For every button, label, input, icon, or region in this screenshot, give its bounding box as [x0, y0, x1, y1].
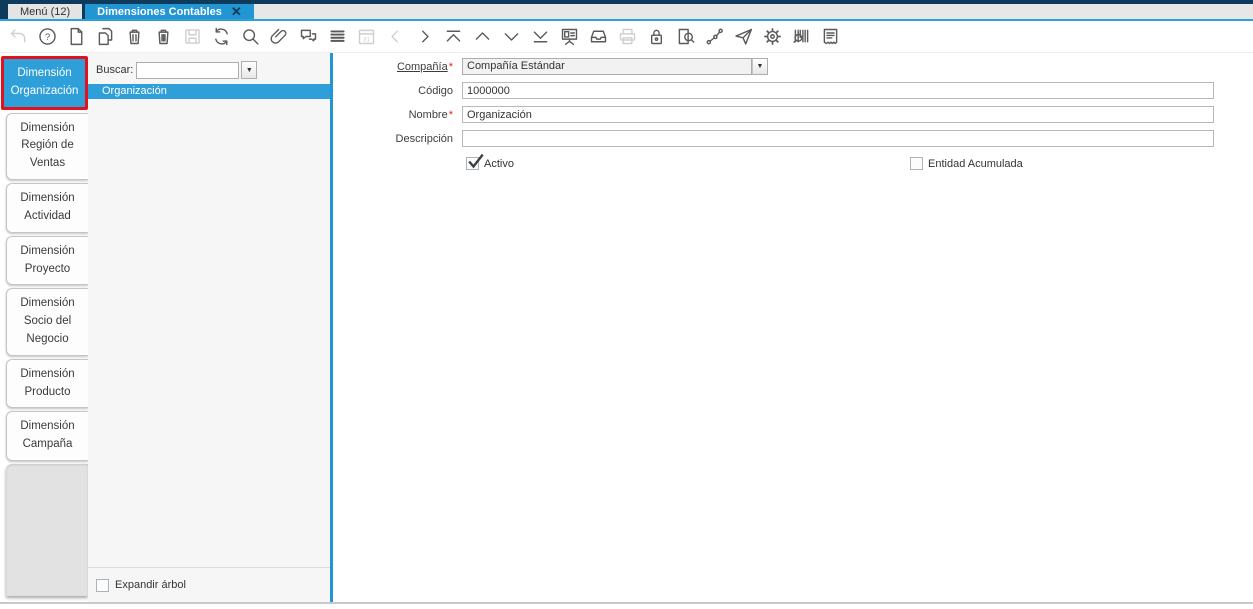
sidebar-tab-1[interactable]: Dimensión Organización: [1, 56, 88, 110]
print-preview-icon[interactable]: [820, 26, 841, 47]
entidad-acumulada-checkbox[interactable]: [910, 157, 923, 170]
first-record-icon[interactable]: [443, 26, 464, 47]
help-icon[interactable]: ?: [37, 26, 58, 47]
compania-value: Compañía Estándar: [462, 58, 752, 75]
new-record-icon[interactable]: [66, 26, 87, 47]
report-icon[interactable]: [559, 26, 580, 47]
detail-record-icon[interactable]: [414, 26, 435, 47]
search-input[interactable]: [136, 61, 240, 79]
compania-label[interactable]: Compañía*: [333, 61, 458, 73]
required-marker: *: [448, 108, 453, 121]
activo-field: Activo: [466, 153, 514, 170]
search-row: Buscar: ▼: [88, 53, 330, 84]
window-tabbar: Menú (12) Dimensiones Contables ✕: [0, 0, 1253, 21]
svg-text:31: 31: [363, 36, 370, 43]
entidad-acumulada-field: Entidad Acumulada: [910, 157, 1023, 170]
tree-panel: Buscar: ▼ Organización Expandir árbol: [88, 53, 330, 602]
svg-text:?: ?: [45, 32, 50, 43]
save-icon: [182, 26, 203, 47]
form-row-codigo: Código: [333, 82, 1253, 99]
grid-toggle-icon[interactable]: [327, 26, 348, 47]
last-record-icon[interactable]: [530, 26, 551, 47]
close-tab-icon[interactable]: ✕: [231, 5, 242, 18]
descripcion-input[interactable]: [462, 130, 1214, 147]
sidebar-tab-5[interactable]: Dimensión Socio del Negocio: [6, 288, 88, 356]
sidebar-tab-7[interactable]: Dimensión Campaña: [6, 411, 88, 461]
expand-tree-label: Expandir árbol: [115, 579, 186, 591]
next-record-icon[interactable]: [501, 26, 522, 47]
sidebar-tab-2[interactable]: Dimensión Región de Ventas: [6, 112, 88, 181]
undo-icon: [8, 26, 29, 47]
previous-record-icon[interactable]: [472, 26, 493, 47]
form-checkbox-row: Activo Entidad Acumulada: [333, 153, 1253, 173]
tree-node-1[interactable]: Organización: [88, 84, 330, 99]
activo-label: Activo: [484, 157, 514, 170]
copy-record-icon[interactable]: [95, 26, 116, 47]
expand-tree-row: Expandir árbol: [88, 567, 330, 602]
nombre-input[interactable]: [462, 106, 1214, 123]
send-icon[interactable]: [733, 26, 754, 47]
codigo-input[interactable]: [462, 82, 1214, 99]
form-row-compania: Compañía* Compañía Estándar ▼: [333, 58, 1253, 75]
archive-icon[interactable]: [588, 26, 609, 47]
nombre-label: Nombre*: [408, 108, 453, 121]
chevron-down-icon: ▼: [756, 63, 764, 70]
preference-icon[interactable]: [762, 26, 783, 47]
content-area: Dimensión Organización Dimensión Región d…: [0, 53, 1253, 604]
calendar-icon: 31: [356, 26, 377, 47]
chevron-down-icon: ▼: [245, 66, 253, 74]
delete-icon[interactable]: [124, 26, 145, 47]
refresh-icon[interactable]: [211, 26, 232, 47]
tab-dimensiones-contables[interactable]: Dimensiones Contables ✕: [85, 4, 254, 19]
expand-tree-checkbox[interactable]: [96, 578, 109, 592]
search-label: Buscar:: [96, 64, 134, 76]
activo-checkbox[interactable]: [466, 153, 484, 170]
org-tree: Organización: [88, 84, 330, 99]
compania-select[interactable]: Compañía Estándar ▼: [462, 58, 768, 75]
codigo-label: Código: [418, 84, 453, 97]
window-tabs: Menú (12) Dimensiones Contables ✕: [0, 4, 254, 19]
sidebar-tab-6[interactable]: Dimensión Producto: [6, 358, 88, 409]
toolbar: ? 31: [0, 21, 1253, 53]
form-row-nombre: Nombre*: [333, 106, 1253, 123]
dimension-tabs-rail: Dimensión Organización Dimensión Región d…: [0, 53, 88, 602]
compania-dropdown-button[interactable]: ▼: [752, 58, 768, 75]
print-icon: [617, 26, 638, 47]
sidebar-tab-3[interactable]: Dimensión Actividad: [6, 183, 88, 233]
tab-dimensiones-label: Dimensiones Contables: [97, 5, 222, 18]
find-icon[interactable]: [240, 26, 261, 47]
attachment-icon[interactable]: [269, 26, 290, 47]
parent-record-icon: [385, 26, 406, 47]
record-form: Compañía* Compañía Estándar ▼ Código Nom…: [333, 53, 1253, 602]
form-row-descripcion: Descripción: [333, 130, 1253, 147]
barcode-icon[interactable]: [791, 26, 812, 47]
tab-menu-label: Menú (12): [20, 5, 71, 18]
workflow-icon[interactable]: [704, 26, 725, 47]
zoom-across-icon[interactable]: [675, 26, 696, 47]
descripcion-label: Descripción: [395, 132, 453, 145]
sidebar-tab-4[interactable]: Dimensión Proyecto: [6, 235, 88, 286]
required-marker: *: [448, 60, 453, 73]
chat-icon[interactable]: [298, 26, 319, 47]
delete-selection-icon[interactable]: [153, 26, 174, 47]
entidad-acumulada-label: Entidad Acumulada: [928, 157, 1023, 170]
search-dropdown-button[interactable]: ▼: [241, 61, 258, 79]
lock-icon[interactable]: [646, 26, 667, 47]
tab-menu[interactable]: Menú (12): [8, 4, 83, 19]
rail-filler: [6, 464, 88, 596]
